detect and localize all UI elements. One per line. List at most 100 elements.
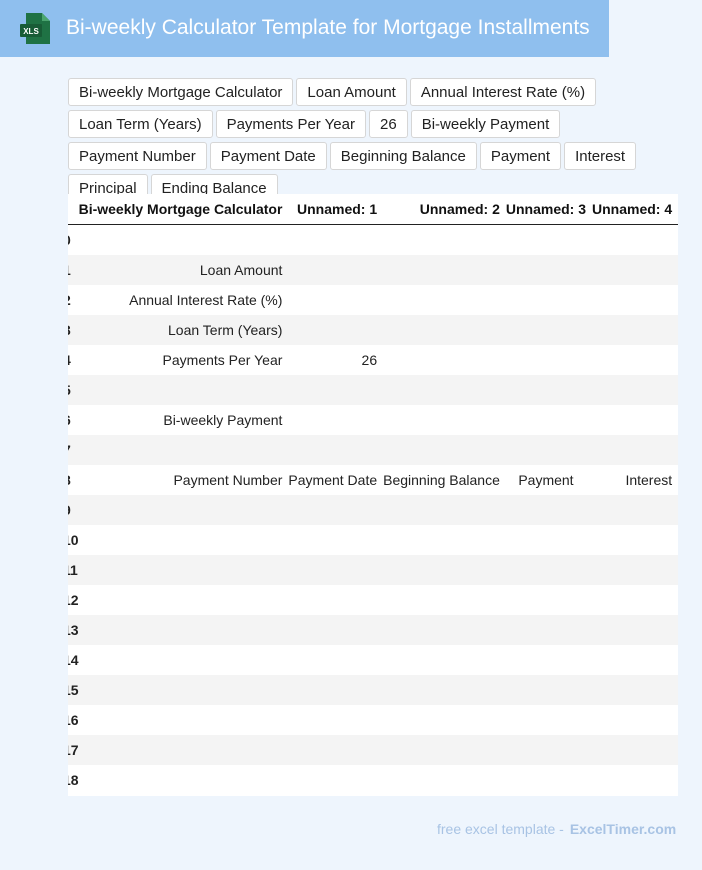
- table-cell: [592, 405, 678, 435]
- table-cell: [383, 315, 506, 345]
- footer-text: free excel template -: [437, 821, 564, 837]
- column-chip[interactable]: Payment Number: [68, 142, 207, 170]
- table-cell: [592, 735, 678, 765]
- column-chip[interactable]: Beginning Balance: [329, 142, 477, 170]
- table-row: 11: [68, 555, 678, 585]
- table-cell: [78, 675, 289, 705]
- table-cell: [383, 375, 506, 405]
- table-row: 14: [68, 645, 678, 675]
- column-chip[interactable]: Payment Date: [209, 142, 327, 170]
- row-index: 2: [68, 285, 79, 315]
- column-chip[interactable]: Loan Amount: [296, 78, 407, 106]
- row-index: 17: [68, 735, 79, 765]
- table-cell: [592, 525, 678, 555]
- column-header: Unnamed: 4: [592, 194, 678, 225]
- footer-brand-link[interactable]: ExcelTimer.com: [570, 821, 676, 837]
- row-index: 3: [68, 315, 79, 345]
- table-cell: [505, 615, 593, 645]
- row-index: 6: [68, 405, 79, 435]
- column-header: Unnamed: 1: [288, 194, 384, 225]
- table-cell: [383, 405, 506, 435]
- table-cell: [288, 495, 384, 525]
- table-cell: [505, 375, 593, 405]
- table-cell: [592, 224, 678, 255]
- column-chip[interactable]: Annual Interest Rate (%): [409, 78, 597, 106]
- table-cell: [592, 645, 678, 675]
- table-cell: 26: [288, 345, 384, 375]
- excel-icon-label: XLS: [23, 27, 39, 36]
- table-cell: [592, 495, 678, 525]
- table-cell: Annual Interest Rate (%): [78, 285, 289, 315]
- table-row: 10: [68, 525, 678, 555]
- table-cell: [383, 645, 506, 675]
- table-cell: [383, 255, 506, 285]
- table-cell: [383, 285, 506, 315]
- table-row: 12: [68, 585, 678, 615]
- table-cell: [288, 645, 384, 675]
- table-cell: [383, 765, 506, 795]
- table-cell: [505, 345, 593, 375]
- table-cell: [383, 224, 506, 255]
- table-cell: [78, 765, 289, 795]
- table-cell: [288, 765, 384, 795]
- table-cell: [288, 405, 384, 435]
- column-chip[interactable]: Loan Term (Years): [68, 110, 213, 138]
- table-cell: [592, 435, 678, 465]
- row-index: 15: [68, 675, 79, 705]
- table-cell: [383, 435, 506, 465]
- table-cell: [592, 285, 678, 315]
- column-header: Bi-weekly Mortgage Calculator: [78, 194, 289, 225]
- table-cell: [505, 405, 593, 435]
- row-index: 5: [68, 375, 79, 405]
- table-row: 6Bi-weekly Payment: [68, 405, 678, 435]
- column-chip[interactable]: Interest: [564, 142, 637, 170]
- table-cell: [383, 555, 506, 585]
- table-row: 17: [68, 735, 678, 765]
- table-cell: [78, 525, 289, 555]
- table-cell: [592, 555, 678, 585]
- row-index: 14: [68, 645, 79, 675]
- table-row: 1Loan Amount: [68, 255, 678, 285]
- table-cell: [505, 705, 593, 735]
- spreadsheet-preview: Bi-weekly Mortgage Calculator Unnamed: 1 U…: [68, 194, 678, 796]
- row-index: 11: [68, 555, 79, 585]
- table-cell: [505, 495, 593, 525]
- page-title: Bi-weekly Calculator Template for Mortga…: [66, 16, 590, 39]
- table-cell: [288, 315, 384, 345]
- data-table: Bi-weekly Mortgage Calculator Unnamed: 1 U…: [68, 194, 678, 795]
- table-cell: [78, 495, 289, 525]
- table-cell: [505, 675, 593, 705]
- table-cell: [288, 375, 384, 405]
- table-cell: [505, 315, 593, 345]
- table-row: 3Loan Term (Years): [68, 315, 678, 345]
- column-chip[interactable]: Bi-weekly Payment: [410, 110, 561, 138]
- table-row: 8Payment NumberPayment DateBeginning Bal…: [68, 465, 678, 495]
- table-cell: Loan Term (Years): [78, 315, 289, 345]
- column-chip[interactable]: Payments Per Year: [215, 110, 366, 138]
- table-cell: [383, 615, 506, 645]
- table-cell: [592, 375, 678, 405]
- table-row: 16: [68, 705, 678, 735]
- table-cell: [505, 435, 593, 465]
- table-cell: [505, 224, 593, 255]
- index-header: [68, 194, 79, 225]
- table-cell: [288, 585, 384, 615]
- table-cell: [592, 585, 678, 615]
- row-index: 1: [68, 255, 79, 285]
- row-index: 10: [68, 525, 79, 555]
- row-index: 8: [68, 465, 79, 495]
- table-cell: [288, 224, 384, 255]
- table-cell: [505, 765, 593, 795]
- table-cell: [78, 735, 289, 765]
- table-cell: [288, 705, 384, 735]
- header-bar: XLS Bi-weekly Calculator Template for Mo…: [0, 0, 609, 57]
- column-chip[interactable]: 26: [369, 110, 408, 138]
- table-row: 13: [68, 615, 678, 645]
- table-cell: [78, 435, 289, 465]
- column-chip[interactable]: Bi-weekly Mortgage Calculator: [68, 78, 294, 106]
- row-index: 12: [68, 585, 79, 615]
- table-cell: Loan Amount: [78, 255, 289, 285]
- column-chip[interactable]: Payment: [479, 142, 562, 170]
- table-cell: [592, 675, 678, 705]
- table-cell: [78, 615, 289, 645]
